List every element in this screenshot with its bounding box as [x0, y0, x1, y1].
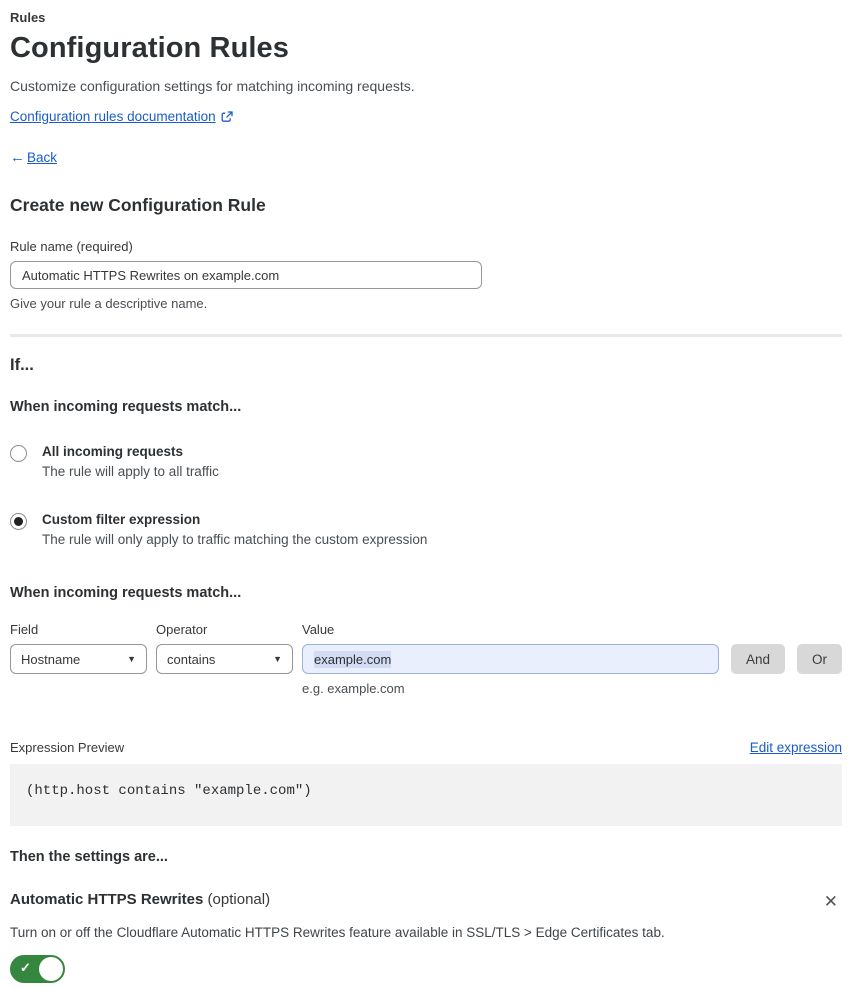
- external-link-icon: [221, 110, 233, 123]
- field-select-value: Hostname: [21, 651, 81, 667]
- radio-button-unselected[interactable]: [10, 445, 27, 462]
- setting-row: Automatic HTTPS Rewrites (optional) ✕: [10, 891, 842, 912]
- builder-heading: When incoming requests match...: [10, 585, 242, 601]
- radio-option-texts: Custom filter expression The rule will o…: [42, 512, 427, 547]
- chevron-down-icon: ▼: [273, 654, 282, 664]
- page-subtitle: Customize configuration settings for mat…: [10, 78, 415, 94]
- value-input-text: example.com: [314, 650, 392, 668]
- radio-option-label: Custom filter expression: [42, 512, 201, 527]
- operator-label: Operator: [156, 622, 208, 637]
- https-rewrites-toggle[interactable]: ✓: [10, 955, 65, 983]
- setting-description: Turn on or off the Cloudflare Automatic …: [10, 925, 665, 940]
- toggle-knob[interactable]: [39, 957, 63, 981]
- expression-builder: Field Operator Value Hostname ▼ contains…: [10, 622, 842, 696]
- value-label: Value: [302, 622, 335, 637]
- if-heading: If...: [10, 356, 34, 374]
- operator-select-value: contains: [167, 651, 216, 667]
- edit-expression-link[interactable]: Edit expression: [750, 740, 842, 755]
- documentation-link[interactable]: Configuration rules documentation: [10, 109, 216, 124]
- close-icon[interactable]: ✕: [820, 891, 842, 912]
- when-match-heading: When incoming requests match...: [10, 399, 242, 415]
- back-arrow-icon: ←: [10, 149, 25, 166]
- field-label: Field: [10, 622, 39, 637]
- setting-optional-tag: (optional): [203, 891, 271, 908]
- rule-name-input[interactable]: [10, 261, 482, 289]
- expression-preview-label: Expression Preview: [10, 740, 125, 755]
- field-select[interactable]: Hostname ▼: [10, 644, 147, 674]
- section-divider: [10, 334, 842, 337]
- rule-name-label: Rule name (required): [10, 239, 133, 254]
- setting-title: Automatic HTTPS Rewrites (optional): [10, 891, 270, 909]
- value-input[interactable]: example.com: [302, 644, 719, 674]
- then-settings-heading: Then the settings are...: [10, 849, 168, 865]
- expression-preview-code: (http.host contains "example.com"): [10, 764, 842, 826]
- configuration-rules-page: Rules Configuration Rules Customize conf…: [0, 0, 852, 988]
- setting-name: Automatic HTTPS Rewrites: [10, 891, 204, 908]
- value-help-text: e.g. example.com: [302, 681, 405, 696]
- operator-select[interactable]: contains ▼: [156, 644, 293, 674]
- radio-option-label: All incoming requests: [42, 444, 184, 459]
- chevron-down-icon: ▼: [127, 654, 136, 664]
- radio-option-description: The rule will apply to all traffic: [42, 464, 219, 479]
- radio-option-all-incoming[interactable]: All incoming requests The rule will appl…: [10, 444, 842, 479]
- radio-option-description: The rule will only apply to traffic matc…: [42, 532, 428, 547]
- radio-option-texts: All incoming requests The rule will appl…: [42, 444, 219, 479]
- radio-option-custom-filter[interactable]: Custom filter expression The rule will o…: [10, 512, 842, 547]
- back-link[interactable]: Back: [27, 150, 57, 165]
- page-title: Configuration Rules: [10, 32, 289, 64]
- radio-button-selected[interactable]: [10, 513, 27, 530]
- back-link-row: ← Back: [10, 149, 842, 166]
- create-rule-heading: Create new Configuration Rule: [10, 195, 266, 215]
- or-button[interactable]: Or: [797, 644, 842, 674]
- rule-name-help: Give your rule a descriptive name.: [10, 296, 208, 311]
- check-icon: ✓: [20, 960, 31, 975]
- breadcrumb: Rules: [10, 10, 46, 25]
- documentation-link-row: Configuration rules documentation: [10, 109, 842, 124]
- expression-preview-header: Expression Preview Edit expression: [10, 740, 842, 755]
- and-button[interactable]: And: [730, 644, 785, 674]
